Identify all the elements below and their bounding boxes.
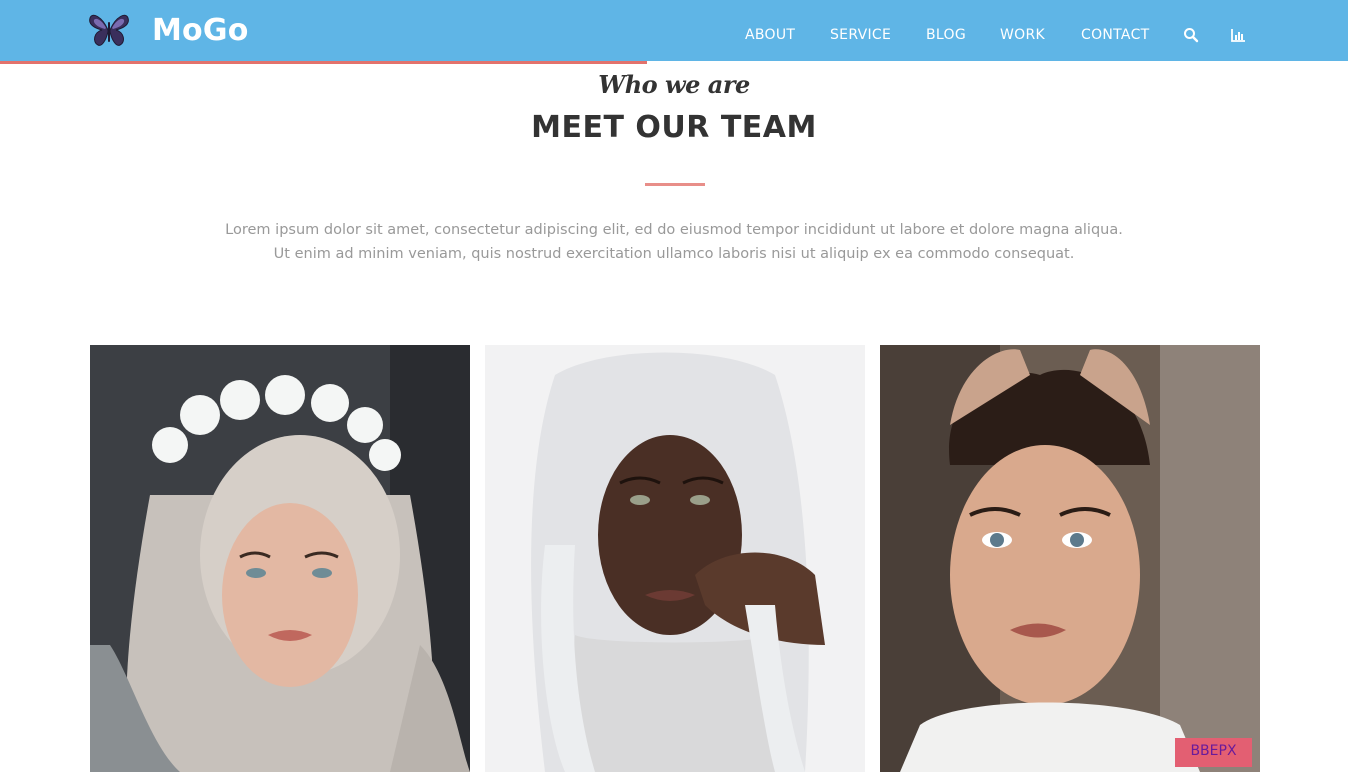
team-photo-3[interactable]	[880, 345, 1260, 772]
brand-name: MoGo	[152, 12, 249, 48]
section-description: Lorem ipsum dolor sit amet, consectetur …	[150, 218, 1198, 266]
description-line-2: Ut enim ad minim veniam, quis nostrud ex…	[273, 246, 1075, 262]
main-nav: ABOUT SERVICE BLOG WORK CONTACT	[588, 0, 1348, 61]
site-header: MoGo ABOUT SERVICE BLOG WORK CONTACT	[0, 0, 1348, 61]
brand-logo[interactable]: MoGo	[88, 12, 249, 48]
title-divider	[645, 183, 705, 186]
section-title: MEET OUR TEAM	[531, 110, 817, 145]
scroll-progress-bar	[0, 61, 647, 64]
scroll-to-top-button[interactable]: ВВЕРХ	[1175, 738, 1252, 767]
nav-work[interactable]: WORK	[1000, 26, 1045, 44]
bar-chart-icon[interactable]	[1230, 27, 1246, 43]
butterfly-icon	[89, 14, 129, 46]
nav-service[interactable]: SERVICE	[830, 26, 891, 44]
search-icon[interactable]	[1183, 27, 1199, 43]
nav-contact[interactable]: CONTACT	[1081, 26, 1150, 44]
nav-about[interactable]: ABOUT	[745, 26, 795, 44]
description-line-1: Lorem ipsum dolor sit amet, consectetur …	[225, 222, 1123, 238]
team-photo-1[interactable]	[90, 345, 470, 772]
team-photo-2[interactable]	[485, 345, 865, 772]
section-subtitle: Who we are	[598, 70, 750, 99]
nav-blog[interactable]: BLOG	[926, 26, 966, 44]
